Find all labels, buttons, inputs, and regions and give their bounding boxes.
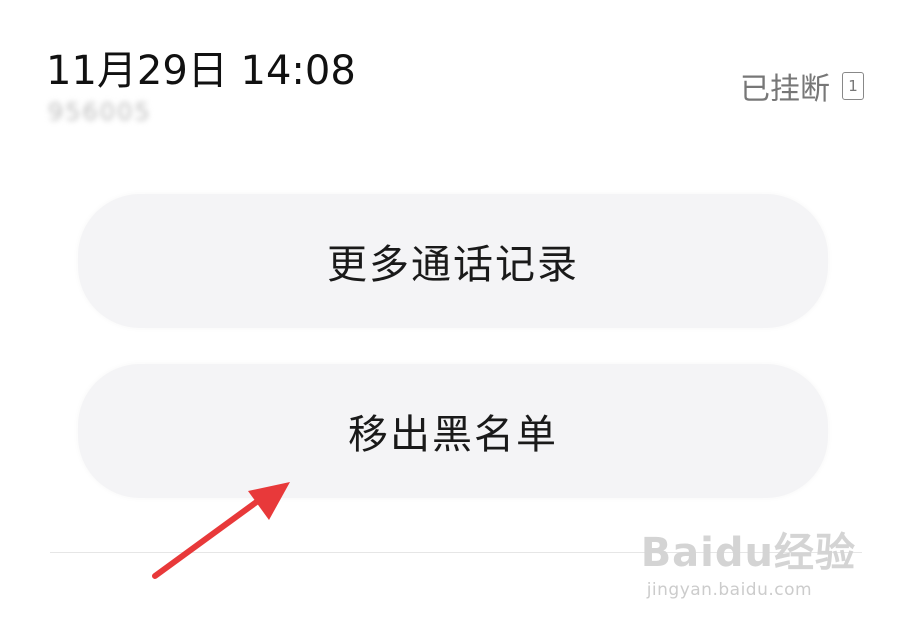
sim-slot-number: 1	[848, 77, 858, 95]
more-call-records-button[interactable]: 更多通话记录	[78, 194, 828, 328]
call-number: 956005	[48, 98, 152, 126]
watermark-brand: Baidu经验	[641, 520, 856, 578]
baidu-jingyan-watermark: Baidu经验 jingyan.baidu.com	[641, 520, 856, 600]
call-status-label: 已挂断	[740, 72, 830, 107]
sim-card-icon: 1	[842, 72, 864, 100]
remove-from-blacklist-button[interactable]: 移出黑名单	[78, 364, 828, 498]
watermark-brand-text: Baidu经验	[640, 530, 856, 576]
call-datetime: 11月29日 14:08	[46, 48, 356, 94]
call-detail-screen: 11月29日 14:08 956005 已挂断 1 更多通话记录 移出黑名单 B…	[0, 0, 902, 622]
watermark-url: jingyan.baidu.com	[646, 580, 813, 600]
call-status: 已挂断 1	[740, 64, 864, 108]
